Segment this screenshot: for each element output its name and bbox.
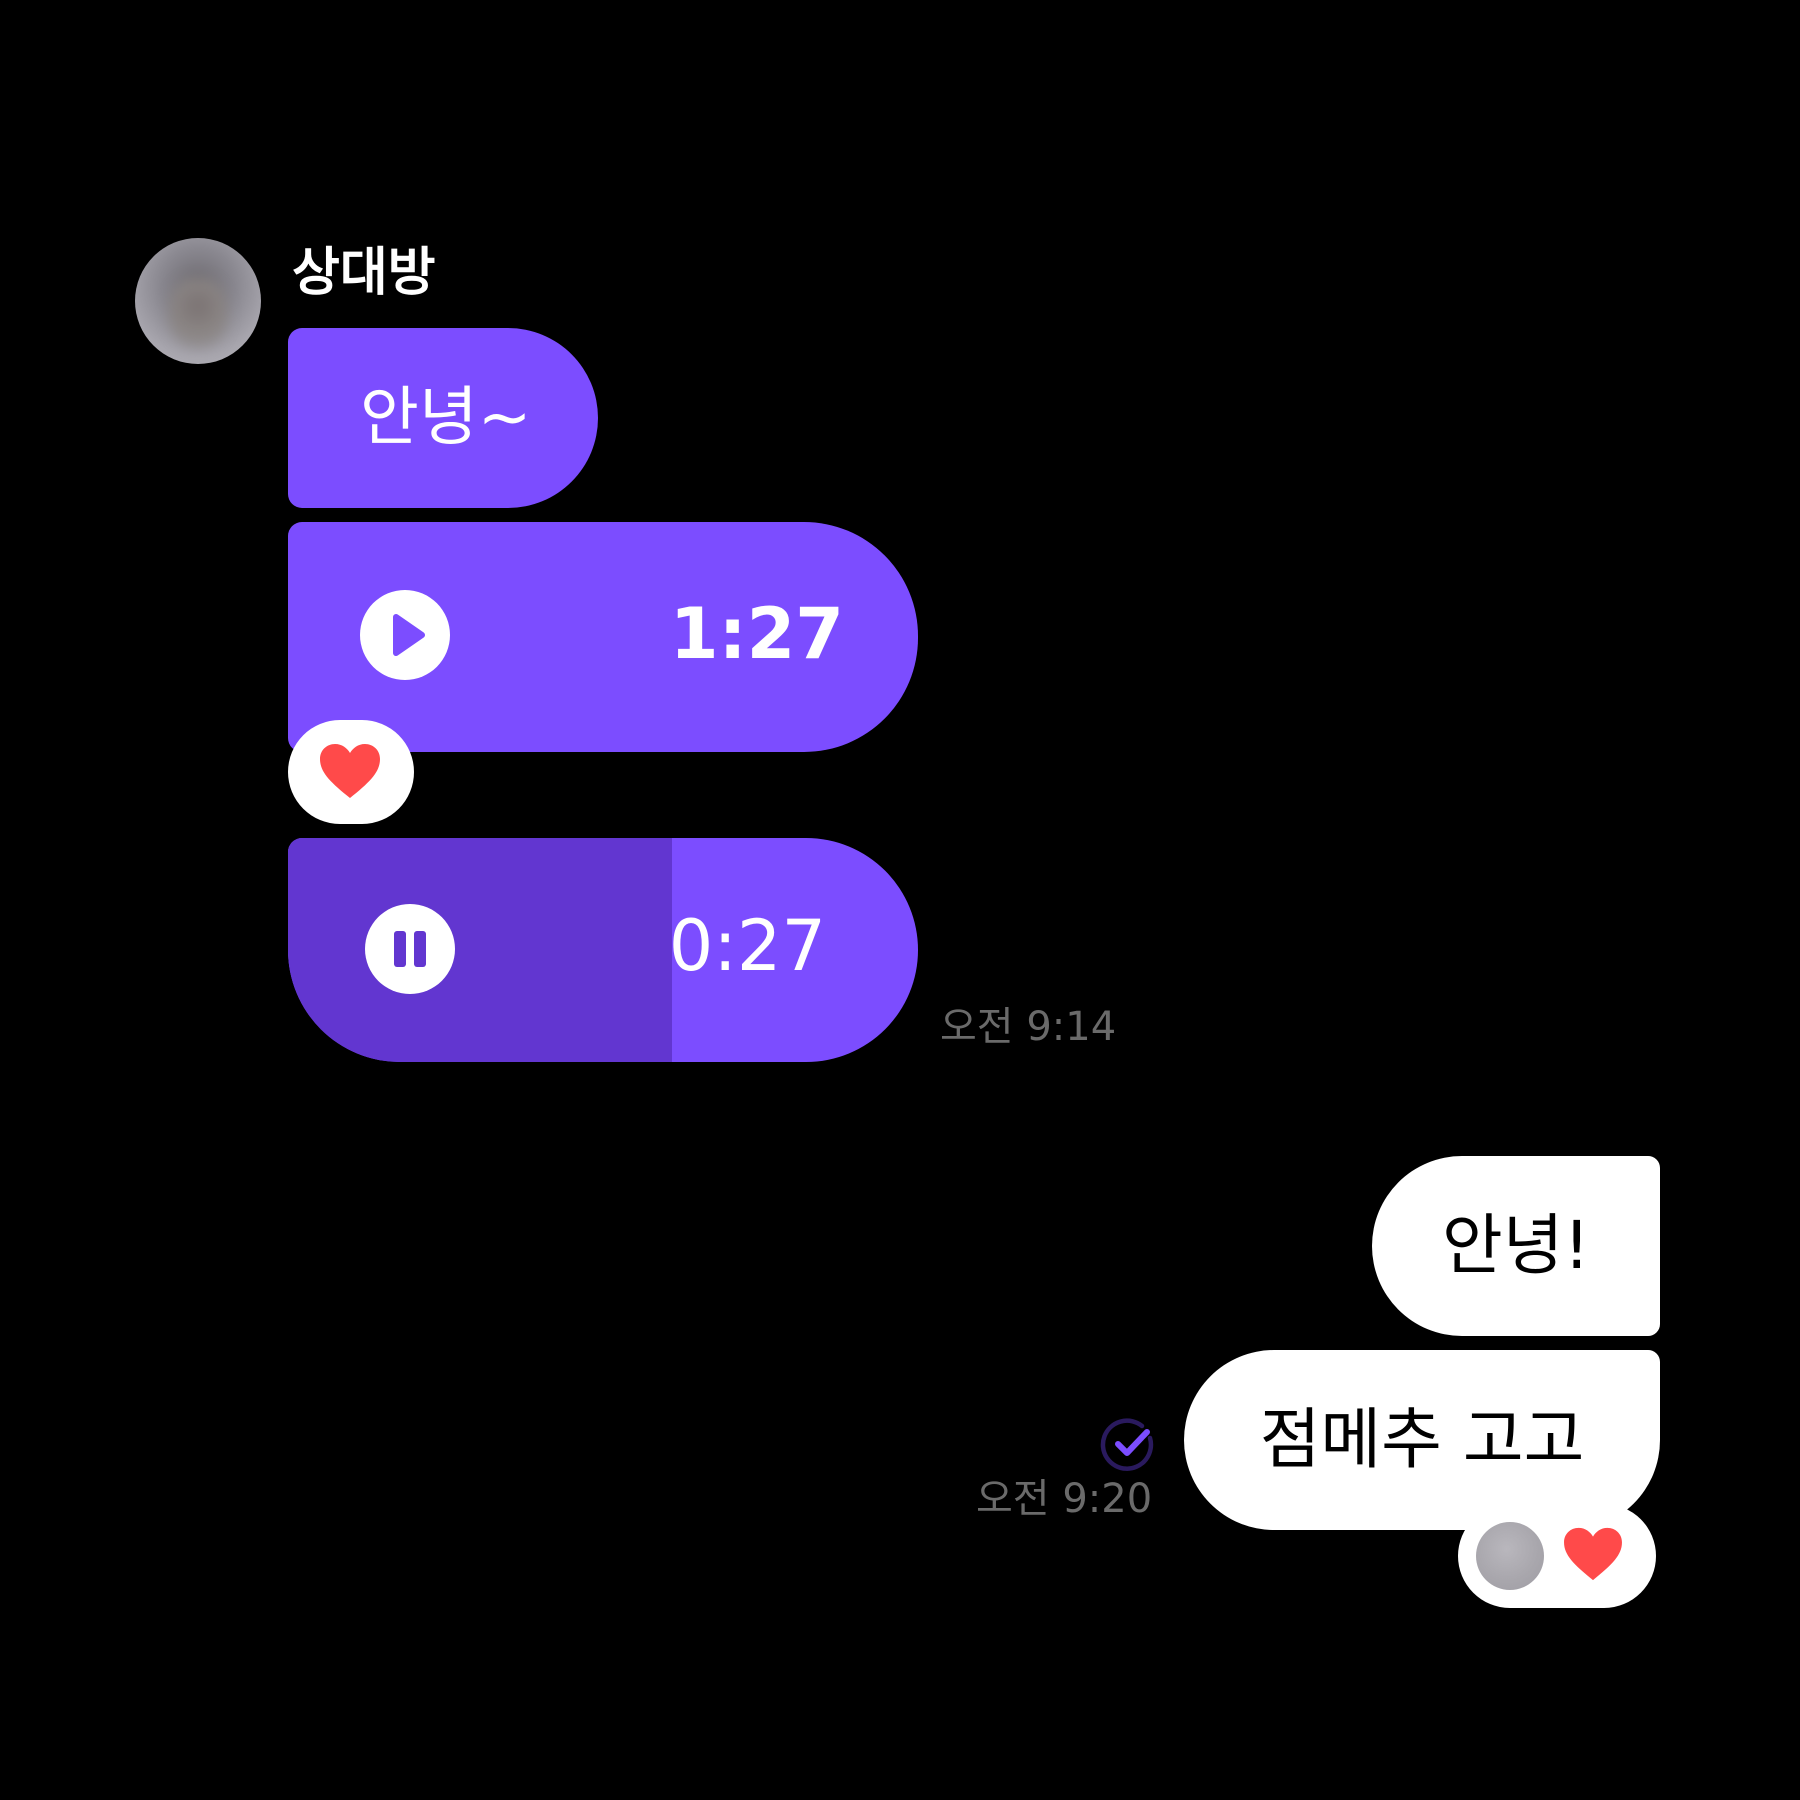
sender-avatar[interactable]	[135, 238, 261, 364]
sender-name: 상대방	[292, 243, 436, 303]
reactor-avatar	[1476, 1522, 1544, 1590]
reaction-badge[interactable]	[1458, 1504, 1656, 1608]
voice-message-bubble[interactable]: 1:27	[288, 522, 918, 752]
message-text: 점메추 고고	[1259, 1401, 1585, 1478]
read-check-icon	[1100, 1418, 1154, 1471]
outgoing-message-bubble[interactable]: 점메추 고고	[1184, 1350, 1660, 1530]
play-icon	[393, 614, 425, 656]
message-text: 안녕!	[1442, 1207, 1590, 1284]
pause-button[interactable]	[365, 904, 455, 994]
message-timestamp: 오전 9:14	[940, 1004, 1117, 1050]
message-timestamp: 오전 9:20	[976, 1476, 1153, 1522]
heart-icon	[1564, 1527, 1622, 1581]
play-button[interactable]	[360, 590, 450, 680]
incoming-message-bubble[interactable]: 안녕~	[288, 328, 598, 508]
voice-message-bubble-playing[interactable]: 0:27	[288, 838, 918, 1062]
voice-duration: 0:27	[668, 905, 826, 987]
message-text: 안녕~	[360, 381, 532, 455]
reaction-badge[interactable]	[288, 720, 414, 824]
voice-duration: 1:27	[669, 593, 844, 675]
pause-icon	[394, 931, 426, 967]
outgoing-message-bubble[interactable]: 안녕!	[1372, 1156, 1660, 1336]
voice-progress-fill	[288, 838, 673, 1062]
avatar-blurred-photo	[169, 278, 227, 348]
heart-icon	[320, 744, 380, 798]
